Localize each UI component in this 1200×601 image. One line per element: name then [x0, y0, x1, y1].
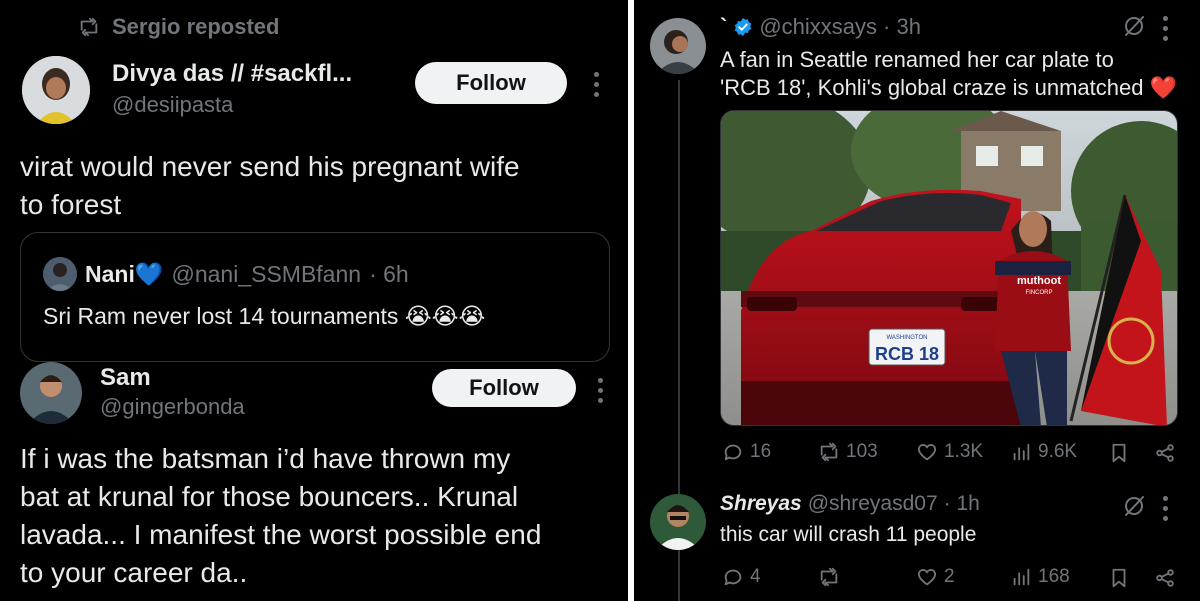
quote-time: · 6h: [369, 260, 409, 287]
quote-text: Sri Ram never lost 14 tournaments 😭😭😭: [43, 303, 486, 329]
quote-author-handle: @nani_SSMBfann: [171, 260, 362, 287]
post-text: A fan in Seattle renamed her car plate t…: [720, 46, 1177, 102]
post-text-line: A fan in Seattle renamed her car plate t…: [720, 47, 1114, 72]
repost-icon: [820, 442, 838, 462]
reply-count: 4: [750, 566, 761, 587]
post-text-line: 'RCB 18', Kohli's global craze is unmatc…: [720, 75, 1177, 100]
repost-icon: [80, 17, 98, 37]
grok-icon[interactable]: [1122, 494, 1146, 518]
more-options-icon[interactable]: [594, 72, 600, 97]
author-name[interactable]: Sam: [100, 364, 151, 392]
view-count: 9.6K: [1038, 441, 1078, 462]
views-button[interactable]: 9.6K: [1010, 441, 1077, 463]
grok-icon[interactable]: [1122, 14, 1146, 38]
author-handle[interactable]: @gingerbonda: [100, 394, 245, 420]
follow-button[interactable]: Follow: [415, 62, 567, 104]
more-options-icon[interactable]: [1163, 16, 1169, 41]
follow-button[interactable]: Follow: [432, 369, 576, 407]
views-button[interactable]: 168: [1010, 566, 1070, 588]
quote-avatar: [43, 257, 77, 291]
quote-header: Nani💙 @nani_SSMBfann · 6h: [43, 257, 409, 291]
verified-badge-icon: [735, 17, 752, 37]
post-text-line: to your career da..: [20, 557, 248, 588]
post-text-line: lavada... I manifest the worst possible …: [20, 519, 542, 550]
reply-icon: [724, 444, 742, 461]
like-button[interactable]: 2: [916, 566, 955, 588]
shirt-sponsor-sub: FINCORP: [1026, 290, 1053, 296]
repost-icon: [820, 567, 838, 587]
author-name[interactable]: Divya das // #sackfl...: [112, 60, 352, 88]
reply-button[interactable]: 16: [722, 441, 771, 463]
avatar[interactable]: [650, 494, 706, 550]
more-options-icon[interactable]: [1163, 496, 1169, 521]
bookmark-icon[interactable]: [1108, 567, 1130, 589]
repost-label: Sergio reposted: [112, 14, 280, 39]
plate-state: WASHINGTON: [886, 335, 927, 341]
post-text: If i was the batsman i’d have thrown my …: [20, 440, 620, 592]
avatar[interactable]: [650, 18, 706, 74]
repost-count: 103: [846, 441, 878, 462]
like-count: 2: [944, 566, 955, 587]
heart-icon: [917, 444, 937, 461]
author-name[interactable]: Shreyas: [720, 492, 802, 516]
reply-icon: [724, 569, 742, 586]
post-text-line: virat would never send his pregnant wife: [20, 151, 520, 182]
repost-indicator[interactable]: Sergio reposted: [78, 14, 279, 40]
author-name[interactable]: `: [720, 14, 727, 40]
post-text: this car will crash 11 people: [720, 523, 977, 546]
bookmark-icon[interactable]: [1108, 442, 1130, 464]
share-icon[interactable]: [1154, 442, 1176, 464]
quoted-post[interactable]: Nani💙 @nani_SSMBfann · 6h Sri Ram never …: [20, 232, 610, 362]
post-time: · 1h: [943, 492, 980, 515]
like-count: 1.3K: [944, 441, 984, 462]
views-chart-icon: [1013, 443, 1030, 461]
post-text: virat would never send his pregnant wife…: [20, 148, 620, 224]
repost-button[interactable]: [818, 566, 846, 588]
more-options-icon[interactable]: [598, 378, 604, 403]
post-text-line: to forest: [20, 189, 122, 220]
reply-count: 16: [750, 441, 772, 462]
avatar[interactable]: [22, 56, 90, 124]
author-handle[interactable]: @shreyasd07: [808, 492, 938, 516]
avatar[interactable]: [20, 362, 82, 424]
post-header: Shreyas @shreyasd07 · 1h: [720, 492, 980, 516]
post-text-line: If i was the batsman i’d have thrown my: [20, 443, 511, 474]
share-icon[interactable]: [1154, 567, 1176, 589]
shirt-sponsor: muthoot: [1017, 275, 1061, 287]
views-chart-icon: [1013, 568, 1030, 586]
plate-text: RCB 18: [875, 344, 939, 364]
reply-button[interactable]: 4: [722, 566, 761, 588]
heart-icon: [917, 569, 937, 586]
left-timeline-panel: Sergio reposted Divya das // #sackfl... …: [0, 0, 628, 601]
post-text-line: bat at krunal for those bouncers.. Kruna…: [20, 481, 519, 512]
post-header: ` @chixxsays · 3h: [720, 14, 921, 40]
author-handle[interactable]: @chixxsays: [759, 14, 877, 40]
post-image[interactable]: WASHINGTON RCB 18 muthoot FINCORP: [720, 110, 1178, 426]
author-handle[interactable]: @desiipasta: [112, 92, 233, 118]
repost-button[interactable]: 103: [818, 441, 878, 463]
quote-author-name: Nani💙: [85, 260, 164, 287]
post-time: · 3h: [883, 14, 921, 39]
view-count: 168: [1038, 566, 1070, 587]
like-button[interactable]: 1.3K: [916, 441, 983, 463]
